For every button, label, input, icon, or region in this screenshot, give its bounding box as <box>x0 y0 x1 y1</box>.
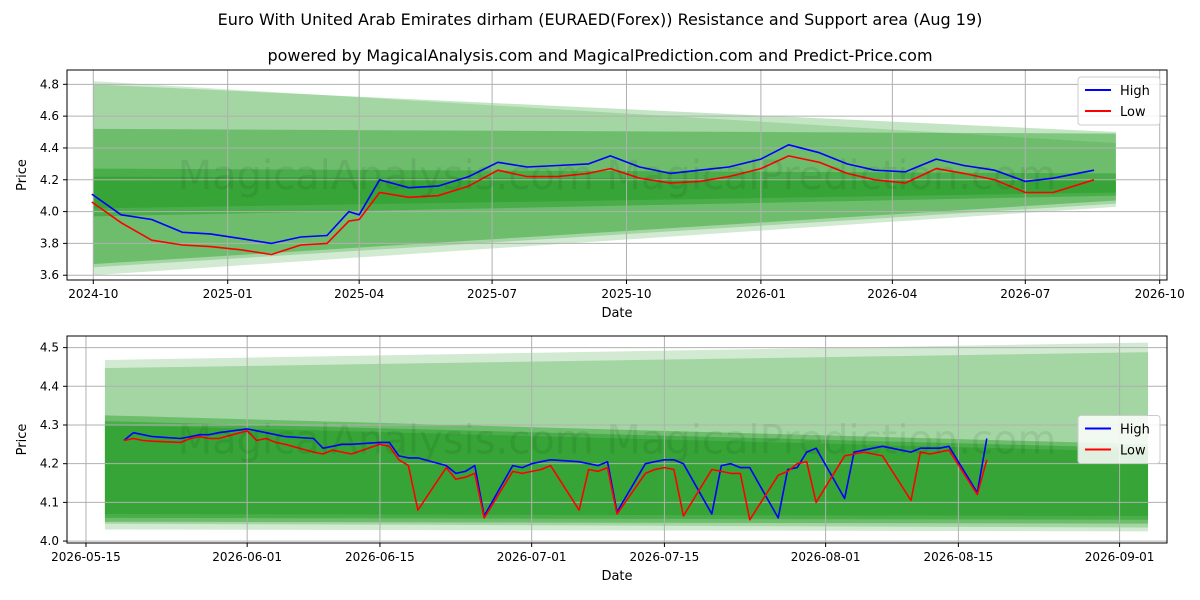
x-tick-label: 2026-10 <box>1135 287 1185 301</box>
legend: High Low <box>1077 415 1161 464</box>
charts-canvas: MagicalAnalysis.com MagicalPrediction.co… <box>15 69 1185 584</box>
y-axis-label: Price <box>15 159 30 191</box>
x-tick-label: 2026-07-15 <box>630 550 700 564</box>
y-axis-label: Price <box>15 424 30 456</box>
x-tick-label: 2025-04 <box>334 287 384 301</box>
x-tick-label: 2025-10 <box>601 287 651 301</box>
legend: High Low <box>1077 76 1161 126</box>
chart-panel-2: MagicalAnalysis.com MagicalPrediction.co… <box>15 335 1168 584</box>
x-tick-label: 2026-07 <box>1000 287 1050 301</box>
y-tick-label: 4.4 <box>40 141 59 155</box>
x-tick-label: 2026-01 <box>736 287 786 301</box>
legend-label-high: High <box>1120 423 1150 438</box>
y-tick-label: 4.1 <box>40 495 59 509</box>
x-tick-label: 2026-05-15 <box>51 550 121 564</box>
x-axis-label: Date <box>601 569 632 584</box>
watermark: MagicalAnalysis.com MagicalPrediction.co… <box>178 418 1057 464</box>
legend-label-low: Low <box>1120 444 1146 459</box>
x-tick-label: 2026-06-01 <box>212 550 282 564</box>
x-tick-label: 2026-06-15 <box>345 550 415 564</box>
x-tick-label: 2026-09-01 <box>1085 550 1155 564</box>
y-tick-label: 3.8 <box>40 236 59 250</box>
legend-label-high: High <box>1120 84 1150 99</box>
y-tick-label: 4.6 <box>40 109 59 123</box>
x-tick-label: 2026-04 <box>867 287 917 301</box>
y-tick-label: 4.2 <box>40 457 59 471</box>
x-tick-label: 2024-10 <box>68 287 118 301</box>
watermark: MagicalAnalysis.com MagicalPrediction.co… <box>178 153 1057 199</box>
y-tick-label: 4.0 <box>40 205 59 219</box>
x-axis-label: Date <box>601 306 632 321</box>
x-tick-label: 2025-07 <box>467 287 517 301</box>
y-tick-label: 4.5 <box>40 341 59 355</box>
y-tick-label: 4.0 <box>40 534 59 548</box>
y-tick-label: 4.8 <box>40 77 59 91</box>
x-tick-label: 2026-08-01 <box>791 550 861 564</box>
y-tick-label: 4.3 <box>40 418 59 432</box>
chart-panel-1: MagicalAnalysis.com MagicalPrediction.co… <box>15 69 1185 321</box>
x-tick-label: 2026-08-15 <box>924 550 994 564</box>
x-tick-label: 2026-07-01 <box>497 550 567 564</box>
legend-label-low: Low <box>1120 105 1146 120</box>
y-tick-label: 4.2 <box>40 173 59 187</box>
y-tick-label: 3.6 <box>40 268 59 282</box>
y-tick-label: 4.4 <box>40 379 59 393</box>
x-tick-label: 2025-01 <box>203 287 253 301</box>
